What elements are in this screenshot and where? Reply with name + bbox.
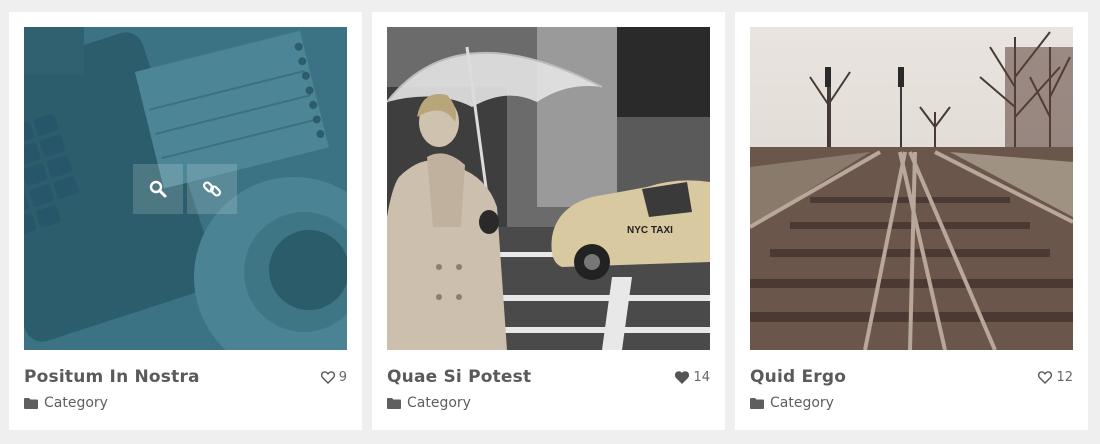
category-label: Category	[770, 395, 834, 411]
card-thumbnail-railway[interactable]	[750, 27, 1073, 350]
taxi-sign: NYC TAXI	[627, 225, 673, 236]
search-icon	[149, 180, 167, 198]
like-count: 14	[693, 370, 710, 385]
heart-outline-icon	[320, 371, 335, 384]
portfolio-card: NYC TAXI Quae Si Potest 14 Category	[372, 12, 725, 430]
like-button[interactable]: 12	[1038, 370, 1073, 385]
portfolio-card: Positum In Nostra 9 Category	[9, 12, 362, 430]
like-button[interactable]: 9	[320, 370, 347, 385]
portfolio-card: Quid Ergo 12 Category	[735, 12, 1088, 430]
heart-outline-icon	[1038, 371, 1053, 384]
hover-overlay	[133, 164, 237, 214]
folder-icon	[24, 397, 38, 409]
category-label: Category	[44, 395, 108, 411]
card-category[interactable]: Category	[24, 395, 108, 411]
card-title[interactable]: Positum In Nostra	[24, 367, 200, 387]
heart-filled-icon	[675, 371, 690, 384]
like-count: 9	[338, 370, 347, 385]
category-label: Category	[407, 395, 471, 411]
card-category[interactable]: Category	[387, 395, 471, 411]
like-button[interactable]: 14	[675, 370, 710, 385]
link-icon	[202, 181, 222, 197]
card-thumbnail-umbrella-street[interactable]: NYC TAXI	[387, 27, 710, 350]
card-title[interactable]: Quid Ergo	[750, 367, 846, 387]
card-category[interactable]: Category	[750, 395, 834, 411]
link-button[interactable]	[187, 164, 237, 214]
zoom-button[interactable]	[133, 164, 183, 214]
folder-icon	[387, 397, 401, 409]
card-thumbnail-desk[interactable]	[24, 27, 347, 350]
card-title[interactable]: Quae Si Potest	[387, 367, 531, 387]
folder-icon	[750, 397, 764, 409]
like-count: 12	[1056, 370, 1073, 385]
